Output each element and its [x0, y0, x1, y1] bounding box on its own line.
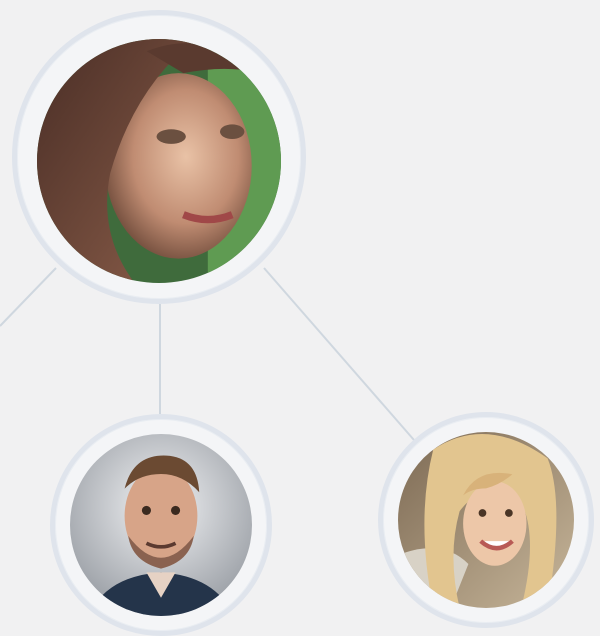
connector-root-to-offscreen-left — [0, 267, 57, 327]
avatar[interactable] — [398, 432, 574, 608]
org-node-child[interactable] — [378, 412, 594, 628]
avatar[interactable] — [70, 434, 252, 616]
org-node-child[interactable] — [50, 414, 272, 636]
woman-portrait-image — [398, 432, 574, 608]
woman-portrait-image — [37, 39, 281, 283]
org-chart — [0, 0, 600, 636]
avatar[interactable] — [37, 39, 281, 283]
org-node-root[interactable] — [12, 10, 306, 304]
man-portrait-image — [70, 434, 252, 616]
connector-root-to-child-b — [263, 267, 415, 441]
